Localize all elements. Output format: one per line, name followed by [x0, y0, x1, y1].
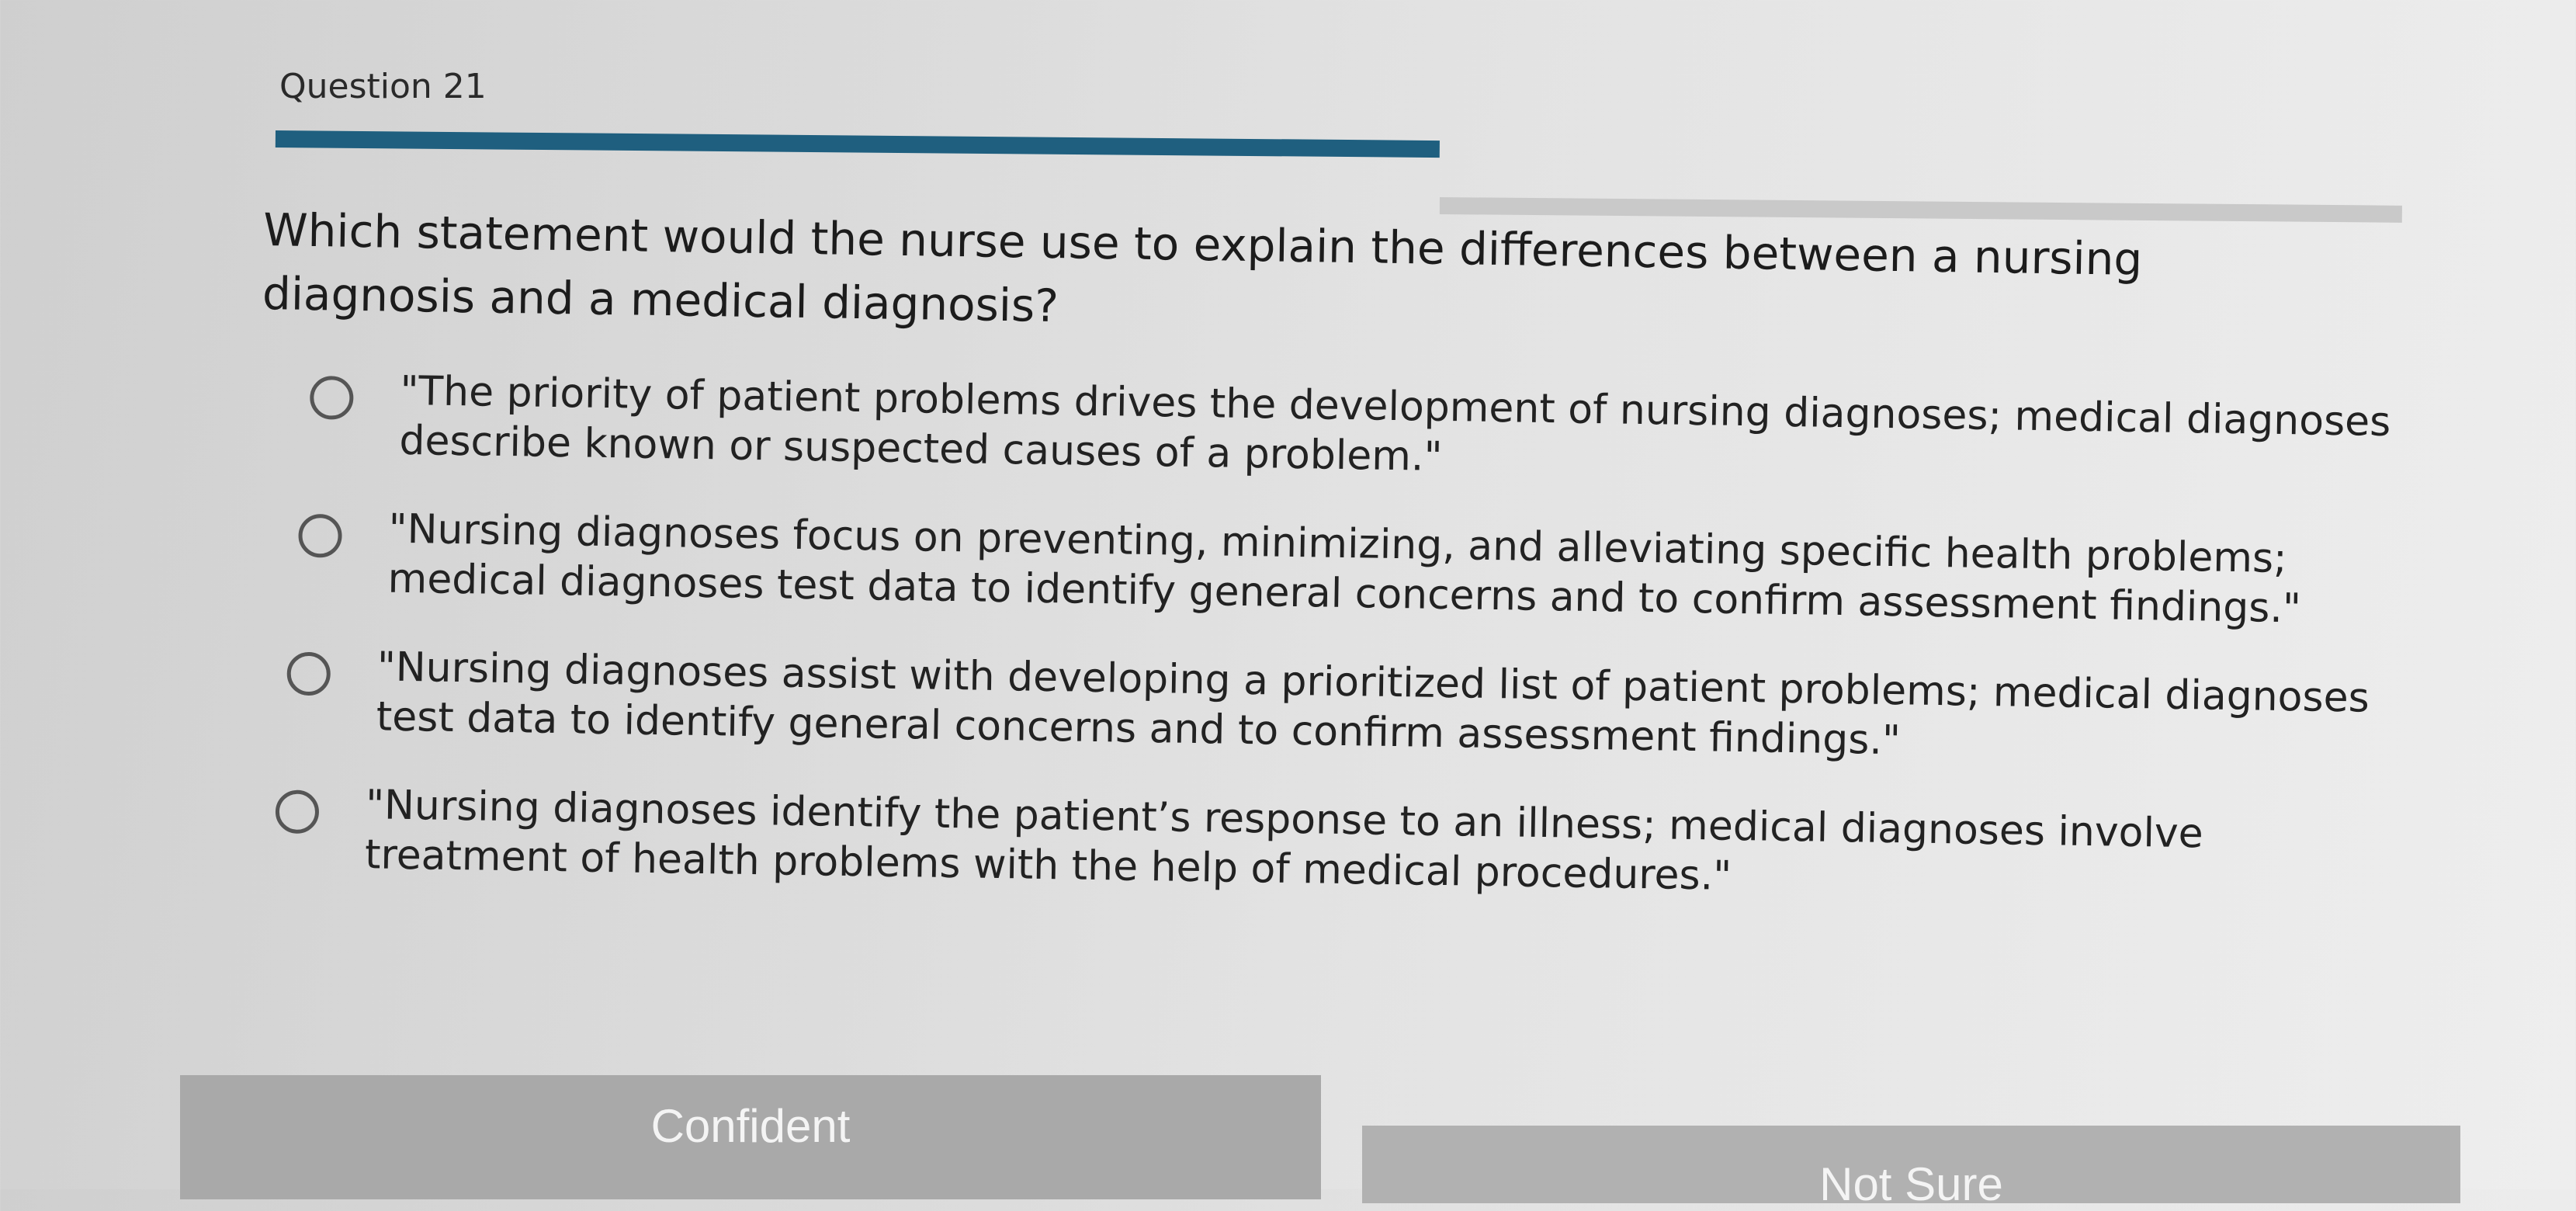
question-stem: Which statement would the nurse use to e… [262, 203, 2143, 333]
answer-option-2[interactable]: "Nursing diagnoses focus on preventing, … [297, 503, 2450, 637]
radio-button-icon[interactable] [275, 789, 320, 835]
answer-option-text: "Nursing diagnoses assist with developin… [376, 644, 2370, 765]
confident-button[interactable]: Confident [180, 1075, 1321, 1199]
question-number: Question 21 [279, 67, 487, 106]
progress-bar [275, 130, 1440, 158]
radio-button-icon[interactable] [309, 375, 354, 420]
not-sure-button[interactable]: Not Sure [1362, 1126, 2460, 1210]
answer-options: "The priority of patient problems drives… [275, 365, 2453, 951]
answer-option-text: "Nursing diagnoses identify the patient’… [364, 782, 2204, 900]
answer-option-text: "The priority of patient problems drives… [399, 367, 2391, 481]
quiz-page: Question 21 Which statement would the nu… [0, 0, 2576, 1210]
answer-option-text: "Nursing diagnoses focus on preventing, … [387, 505, 2302, 633]
radio-button-icon[interactable] [298, 513, 342, 558]
answer-option-1[interactable]: "The priority of patient problems drives… [309, 365, 2453, 498]
answer-option-4[interactable]: "Nursing diagnoses identify the patient’… [275, 779, 2446, 912]
answer-option-3[interactable]: "Nursing diagnoses assist with developin… [286, 641, 2448, 775]
radio-button-icon[interactable] [286, 651, 331, 696]
